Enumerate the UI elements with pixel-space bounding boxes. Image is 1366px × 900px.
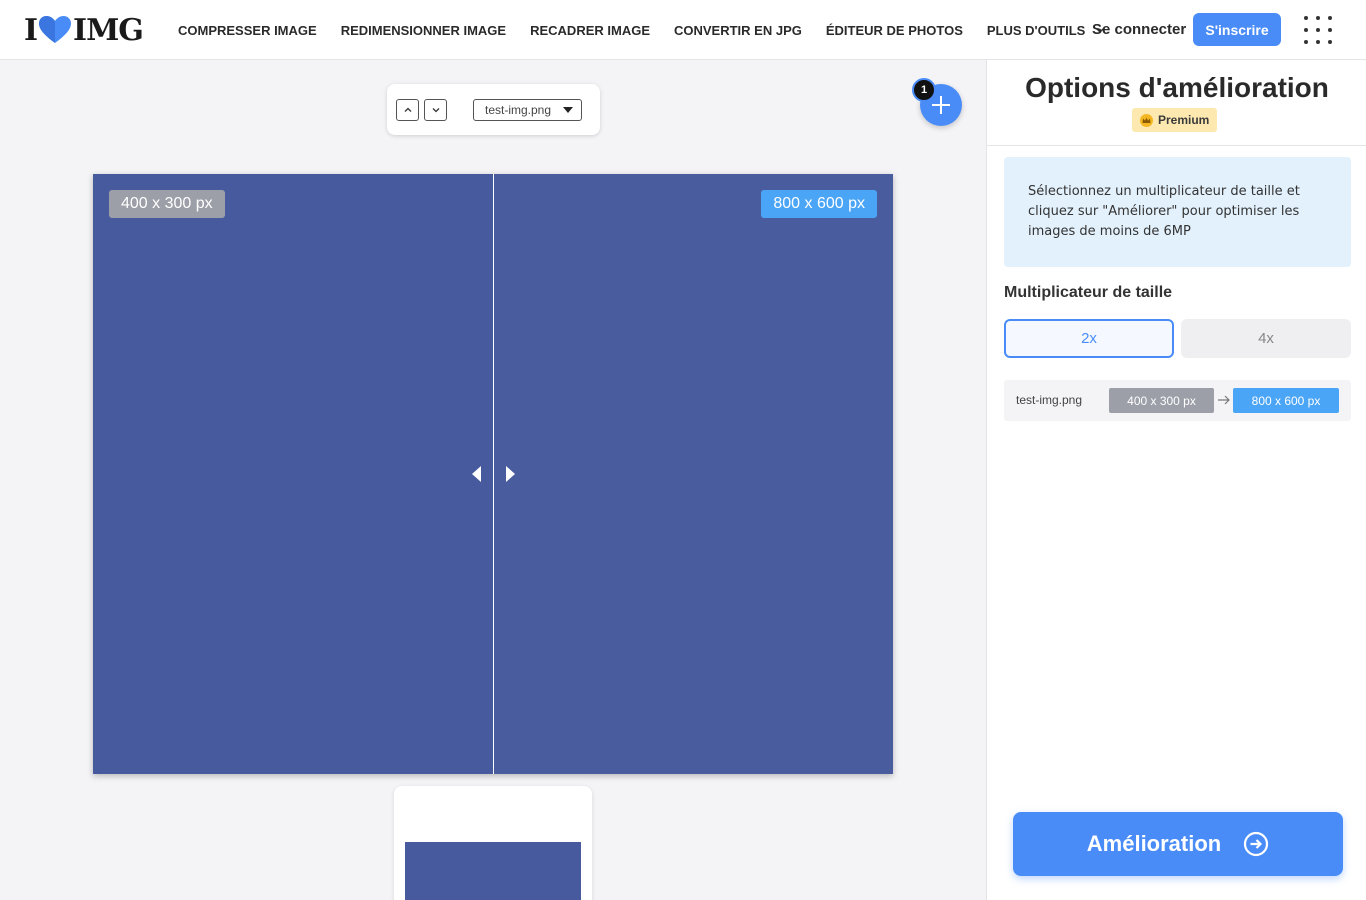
- signup-button[interactable]: S'inscrire: [1193, 13, 1281, 46]
- file-name: test-img.png: [1016, 393, 1083, 407]
- nav-compress[interactable]: COMPRESSER IMAGE: [178, 23, 317, 38]
- work-area: test-img.png 1 400 x 300 px 800 x 600 px: [0, 60, 986, 900]
- nav-more-tools[interactable]: PLUS D'OUTILS: [987, 23, 1105, 38]
- enhanced-size-tag: 800 x 600 px: [1233, 388, 1339, 413]
- nav-resize[interactable]: REDIMENSIONNER IMAGE: [341, 23, 506, 38]
- panel-title: Options d'amélioration: [1025, 72, 1329, 103]
- enhanced-image: [493, 174, 893, 774]
- file-size-row: test-img.png 400 x 300 px 800 x 600 px: [1004, 380, 1351, 421]
- options-panel: Options d'amélioration Premium Sélection…: [986, 60, 1366, 900]
- crown-icon: [1140, 113, 1153, 127]
- heart-logo-icon: [39, 16, 72, 43]
- original-size-tag: 400 x 300 px: [1109, 388, 1214, 413]
- slider-right-arrow-icon[interactable]: [506, 466, 515, 482]
- login-link[interactable]: Se connecter: [1092, 21, 1186, 38]
- before-after-comparison: 400 x 300 px 800 x 600 px: [93, 174, 893, 774]
- file-thumbnail-image: [405, 842, 581, 900]
- logo-right: IMG: [73, 12, 144, 48]
- top-header: I IMG COMPRESSER IMAGE REDIMENSIONNER IM…: [0, 0, 1366, 60]
- arrow-circle-right-icon: [1244, 831, 1269, 857]
- file-select[interactable]: test-img.png: [473, 99, 582, 121]
- nav-photo-editor[interactable]: ÉDITEUR DE PHOTOS: [826, 23, 963, 38]
- enhanced-size-badge: 800 x 600 px: [761, 190, 877, 218]
- file-thumbnail-card[interactable]: [394, 786, 592, 900]
- enhance-button-label: Amélioration: [1086, 831, 1222, 856]
- comparison-divider[interactable]: [493, 174, 494, 774]
- arrow-right-icon: [1218, 395, 1230, 405]
- nav-crop[interactable]: RECADRER IMAGE: [530, 23, 650, 38]
- file-select-value: test-img.png: [485, 103, 552, 117]
- chevron-up-icon: [404, 107, 411, 112]
- panel-header: Options d'amélioration Premium: [987, 60, 1366, 146]
- main-nav: COMPRESSER IMAGE REDIMENSIONNER IMAGE RE…: [166, 0, 1117, 60]
- next-file-button[interactable]: [424, 99, 447, 121]
- logo[interactable]: I IMG: [24, 12, 144, 48]
- chevron-down-icon: [432, 108, 439, 113]
- slider-left-arrow-icon[interactable]: [472, 466, 481, 482]
- apps-grid-icon[interactable]: [1304, 16, 1332, 44]
- previous-file-button[interactable]: [396, 99, 419, 121]
- info-message: Sélectionnez un multiplicateur de taille…: [1004, 157, 1351, 267]
- logo-left: I: [24, 12, 38, 48]
- original-size-badge: 400 x 300 px: [109, 190, 225, 218]
- premium-label: Premium: [1158, 113, 1210, 127]
- nav-more-tools-label: PLUS D'OUTILS: [986, 22, 1086, 38]
- file-count-badge: 1: [912, 78, 936, 102]
- enhance-button[interactable]: Amélioration: [1013, 812, 1343, 876]
- multiplier-label: Multiplicateur de taille: [1004, 284, 1173, 301]
- nav-convert-jpg[interactable]: CONVERTIR EN JPG: [674, 23, 802, 38]
- file-navigator: test-img.png: [387, 84, 600, 135]
- multiplier-4x-button[interactable]: 4x: [1181, 319, 1351, 358]
- multiplier-2x-button[interactable]: 2x: [1004, 319, 1174, 358]
- caret-down-icon: [563, 107, 573, 113]
- premium-badge: Premium: [1132, 108, 1218, 132]
